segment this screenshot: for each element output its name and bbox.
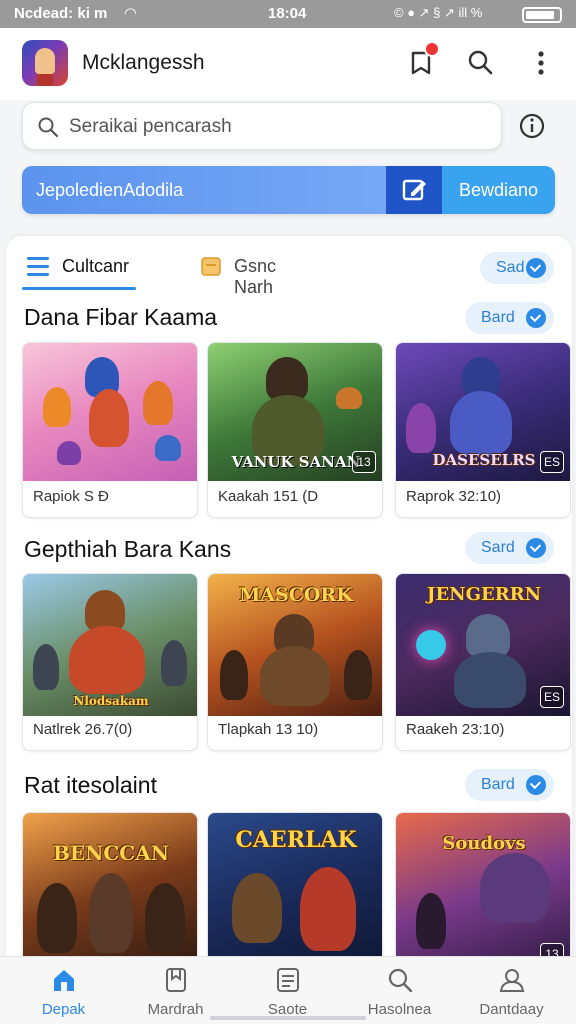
promo-label[interactable]: JepoledienAdodila bbox=[22, 166, 386, 214]
check-icon bbox=[526, 538, 546, 558]
bookmark-icon bbox=[166, 968, 186, 992]
game-cover-image: CAERLAK bbox=[208, 813, 382, 971]
check-icon bbox=[526, 308, 546, 328]
notification-badge bbox=[424, 41, 440, 57]
game-cover-image: Nlodsakam bbox=[23, 574, 197, 716]
age-rating-badge: ES bbox=[540, 686, 564, 708]
tab-action-label: Sad bbox=[496, 259, 525, 276]
section-title: Gepthiah Bara Kans bbox=[24, 536, 232, 562]
nav-label: Dantdaay bbox=[479, 1001, 544, 1018]
folder-icon bbox=[201, 257, 221, 276]
tab-label: Cultcanr bbox=[62, 256, 130, 276]
game-cover-image: Soudovs 13 bbox=[396, 813, 570, 971]
game-cover-image: JENGERRN ES bbox=[396, 574, 570, 716]
search-icon[interactable] bbox=[464, 46, 498, 80]
section-see-all-button[interactable]: Bard bbox=[465, 769, 554, 801]
edit-icon[interactable] bbox=[386, 166, 442, 214]
tab-action-button[interactable]: Sad bbox=[480, 252, 554, 284]
game-card[interactable]: Rapiok S Ð bbox=[22, 342, 198, 518]
see-all-label: Bard bbox=[481, 776, 515, 793]
home-icon bbox=[54, 970, 74, 991]
clock-time: 18:04 bbox=[268, 5, 307, 22]
search-bar[interactable] bbox=[22, 102, 502, 150]
game-cover-title: Soudovs bbox=[442, 833, 526, 854]
age-rating-badge: 13 bbox=[352, 451, 376, 473]
app-title: Mcklangessh bbox=[82, 51, 205, 74]
game-meta: Kaakah 151 (D bbox=[218, 488, 319, 505]
game-cover-title: JENGERRN bbox=[426, 584, 542, 605]
game-card[interactable]: MASCORK Tlapkah 13 10) bbox=[207, 573, 383, 751]
nav-item-profile[interactable]: Dantdaay bbox=[454, 957, 569, 1024]
wifi-icon: ◠ bbox=[124, 5, 138, 22]
content-card: Cultcanr Gsnc Narh Sad Dana Fibar Kaama … bbox=[6, 236, 572, 972]
promo-banner[interactable]: JepoledienAdodila Bewdiano bbox=[22, 166, 555, 214]
game-meta: Rapiok S Ð bbox=[33, 488, 109, 505]
see-all-label: Sard bbox=[481, 539, 515, 556]
game-meta: Tlapkah 13 10) bbox=[218, 721, 319, 738]
menu-icon bbox=[27, 257, 49, 276]
game-meta: Natlrek 26.7(0) bbox=[33, 721, 133, 738]
game-card[interactable]: Nlodsakam Natlrek 26.7(0) bbox=[22, 573, 198, 751]
game-cover-image: DASESELRS ES bbox=[396, 343, 570, 481]
nav-item-saved[interactable]: Saote bbox=[230, 957, 345, 1024]
section-see-all-button[interactable]: Sard bbox=[465, 532, 554, 564]
search-icon bbox=[38, 117, 59, 138]
check-icon bbox=[526, 258, 546, 278]
status-icons: © ● ↗ § ↗ ill % bbox=[394, 5, 483, 20]
game-cover-image: MASCORK bbox=[208, 574, 382, 716]
info-icon[interactable] bbox=[518, 112, 546, 140]
check-icon bbox=[526, 775, 546, 795]
game-card[interactable]: CAERLAK bbox=[207, 812, 383, 972]
battery-icon bbox=[522, 7, 562, 23]
promo-action-button[interactable]: Bewdiano bbox=[442, 166, 555, 214]
game-card[interactable]: VANUK SANAN 13 Kaakah 151 (D bbox=[207, 342, 383, 518]
nav-item-search[interactable]: Hasolnea bbox=[342, 957, 457, 1024]
nav-item-bookmarks[interactable]: Mardrah bbox=[118, 957, 233, 1024]
status-bar: Ncdead: ki m ◠ 18:04 © ● ↗ § ↗ ill % bbox=[0, 0, 576, 28]
game-cover-title: Nlodsakam bbox=[73, 694, 149, 708]
game-cover-title: CAERLAK bbox=[235, 827, 357, 853]
game-cover-image bbox=[23, 343, 197, 481]
document-icon bbox=[277, 968, 299, 992]
app-header: Mcklangessh bbox=[0, 28, 576, 100]
see-all-label: Bard bbox=[481, 309, 515, 326]
search-input[interactable] bbox=[69, 113, 489, 141]
search-icon bbox=[388, 968, 413, 993]
game-cover-image: BENCCAN bbox=[23, 813, 197, 971]
profile-icon bbox=[499, 969, 525, 992]
game-cover-title: BENCCAN bbox=[52, 841, 170, 865]
game-card[interactable]: Soudovs 13 bbox=[395, 812, 571, 972]
notification-bell-icon[interactable] bbox=[404, 41, 440, 80]
game-card[interactable]: DASESELRS ES Raprok 32:10) bbox=[395, 342, 571, 518]
carrier-text: Ncdead: ki m bbox=[14, 5, 108, 22]
game-card[interactable]: JENGERRN ES Raakeh 23:10) bbox=[395, 573, 571, 751]
app-logo[interactable] bbox=[22, 40, 68, 86]
game-cover-title: MASCORK bbox=[239, 584, 353, 606]
nav-label: Depak bbox=[41, 1001, 86, 1018]
age-rating-badge: ES bbox=[540, 451, 564, 473]
bottom-navigation: Depak Mardrah Saote Hasolnea Dantdaay bbox=[0, 956, 576, 1024]
game-cover-image: VANUK SANAN 13 bbox=[208, 343, 382, 481]
active-tab-indicator bbox=[22, 287, 136, 290]
tab-label: Gsnc Narh bbox=[234, 256, 277, 297]
game-meta: Raakeh 23:10) bbox=[406, 721, 505, 738]
game-meta: Raprok 32:10) bbox=[406, 488, 502, 505]
more-options-icon[interactable] bbox=[524, 46, 558, 80]
section-title: Dana Fibar Kaama bbox=[24, 304, 218, 330]
home-indicator bbox=[210, 1016, 366, 1020]
section-see-all-button[interactable]: Bard bbox=[465, 302, 554, 334]
section-title: Rat itesolaint bbox=[24, 772, 157, 798]
nav-item-home[interactable]: Depak bbox=[6, 957, 121, 1024]
game-card[interactable]: BENCCAN bbox=[22, 812, 198, 972]
